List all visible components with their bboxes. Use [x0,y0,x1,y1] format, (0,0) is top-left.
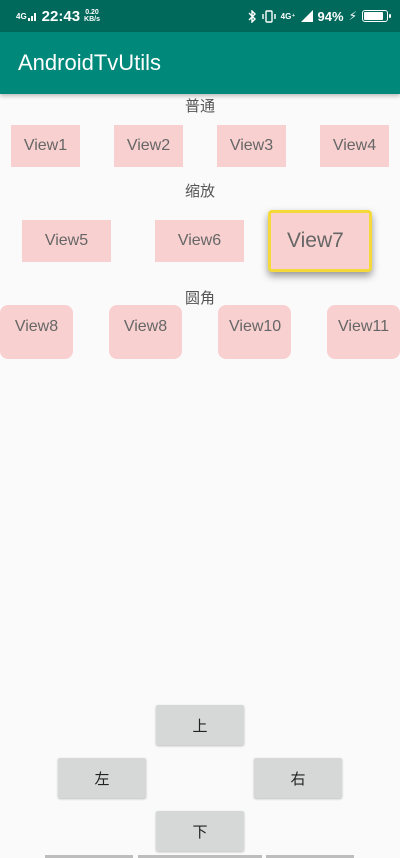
view8-tile[interactable]: View8 [0,305,73,359]
view4-tile[interactable]: View4 [320,125,389,167]
view1-tile[interactable]: View1 [11,125,80,167]
signal-icon [27,13,36,21]
section-title-normal: 普通 [184,98,215,115]
status-bar: 4G 22:43 0.20 KB/s 4G⁺ 94% ⚡ [0,0,400,32]
signal-strength-icon [300,10,313,22]
view3-tile[interactable]: View3 [217,125,286,167]
up-button[interactable]: 上 [156,705,244,745]
view11-tile[interactable]: View11 [327,305,400,359]
speed-value: 0.20 [85,9,99,16]
speed-unit: KB/s [84,16,100,23]
view5-tile[interactable]: View5 [22,220,111,262]
view2-tile[interactable]: View2 [114,125,183,167]
app-title: AndroidTvUtils [18,50,162,75]
view10-tile[interactable]: View10 [218,305,291,359]
bluetooth-icon [248,9,256,23]
app-bar: AndroidTvUtils [0,32,400,94]
battery-level [364,12,383,20]
network-speed: 0.20 KB/s [84,9,100,23]
section-title-scale: 缩放 [184,183,215,200]
signal-indicator: 4G [16,11,27,21]
view6-tile[interactable]: View6 [155,220,244,262]
left-button[interactable]: 左 [58,758,146,798]
right-button[interactable]: 右 [254,758,342,798]
down-button[interactable]: 下 [156,811,244,851]
net-indicator: 4G⁺ [280,11,296,21]
charging-icon: ⚡ [348,9,357,23]
view7-tile-focused[interactable]: View7 [268,210,372,272]
view8b-tile[interactable]: View8 [109,305,182,359]
battery-percent: 94% [317,8,344,24]
vibrate-icon [261,9,276,23]
battery-icon [362,10,391,22]
clock: 22:43 [41,7,81,25]
